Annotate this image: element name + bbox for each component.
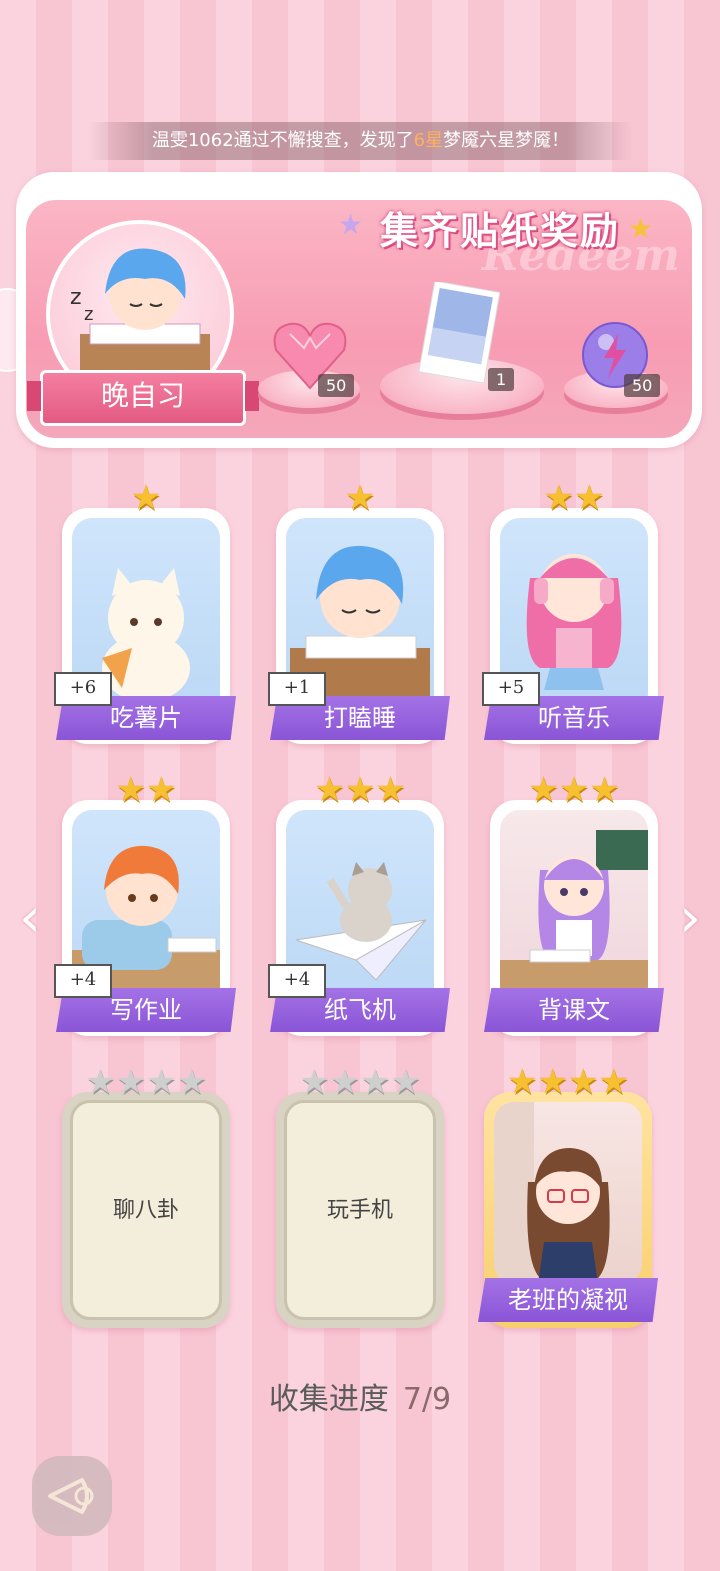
progress-label: 收集进度 xyxy=(268,1382,389,1417)
sticker-card[interactable]: 吃薯片 +6 ★ xyxy=(54,478,236,744)
sticker-bonus: +5 xyxy=(482,672,540,706)
star-rating: ★★★★ xyxy=(85,1062,207,1102)
sticker-card[interactable]: 纸飞机 +4 ★★★ xyxy=(268,770,450,1036)
sticker-label: 聊八卦 xyxy=(112,1198,179,1223)
banner-highlight: 6星 xyxy=(413,130,444,151)
svg-text:z: z xyxy=(84,304,93,325)
lightning-orb-count: 50 xyxy=(624,374,661,397)
sticker-card-locked[interactable]: 玩手机 ★★★★ xyxy=(276,1062,444,1328)
sticker-bonus: +4 xyxy=(268,964,326,998)
sticker-image xyxy=(494,1102,642,1284)
sticker-bonus: +6 xyxy=(54,672,112,706)
back-button[interactable] xyxy=(32,1456,112,1536)
star-rating: ★★ xyxy=(543,478,605,518)
sticker-card[interactable]: 背课文 ★★★ xyxy=(484,770,664,1036)
sticker-label: 背课文 xyxy=(484,988,664,1032)
discovery-banner: 温雯1062通过不懈搜查，发现了6星梦魇六星梦魇！ xyxy=(88,122,633,160)
progress-value: 7/9 xyxy=(402,1382,452,1417)
heart-gem-count: 50 xyxy=(318,374,355,397)
reading-girl-icon xyxy=(500,830,648,1006)
sticker-bonus: +1 xyxy=(268,672,326,706)
star-rating: ★★★ xyxy=(528,770,620,810)
star-rating: ★★ xyxy=(115,770,177,810)
back-arrow-icon xyxy=(48,1478,94,1514)
photo-card-count: 1 xyxy=(488,368,515,391)
prev-page-arrow-icon[interactable]: ‹ xyxy=(10,888,50,948)
sticker-card[interactable]: 写作业 +4 ★★ xyxy=(54,770,236,1036)
avatar-ribbon: 晚自习 xyxy=(27,370,259,426)
star-rating: ★★★★ xyxy=(507,1062,629,1102)
star-rating: ★★★ xyxy=(314,770,406,810)
star-rating: ★ xyxy=(130,478,162,518)
sticker-card-locked[interactable]: 聊八卦 ★★★★ xyxy=(62,1062,230,1328)
svg-text:z: z xyxy=(70,285,82,310)
teacher-gaze-icon xyxy=(494,1102,610,1284)
sticker-card[interactable]: 听音乐 +5 ★★ xyxy=(482,478,664,744)
next-page-arrow-icon[interactable]: › xyxy=(670,888,710,948)
sticker-card[interactable]: 打瞌睡 +1 ★ xyxy=(268,478,450,744)
reward-title: 集齐贴纸奖励 xyxy=(379,209,620,253)
star-rating: ★ xyxy=(344,478,376,518)
sticker-card[interactable]: 老班的凝视 ★★★★ xyxy=(478,1062,658,1328)
sticker-label: 老班的凝视 xyxy=(478,1278,658,1322)
collection-progress: 收集进度 7/9 xyxy=(0,1374,720,1418)
sticker-bonus: +4 xyxy=(54,964,112,998)
banner-prefix: 温雯1062通过不懈搜查，发现了 xyxy=(151,130,414,151)
star-rating: ★★★★ xyxy=(299,1062,421,1102)
banner-suffix: 梦魇六星梦魇！ xyxy=(443,130,570,151)
sticker-image xyxy=(500,810,648,1006)
sticker-label: 玩手机 xyxy=(326,1198,393,1223)
